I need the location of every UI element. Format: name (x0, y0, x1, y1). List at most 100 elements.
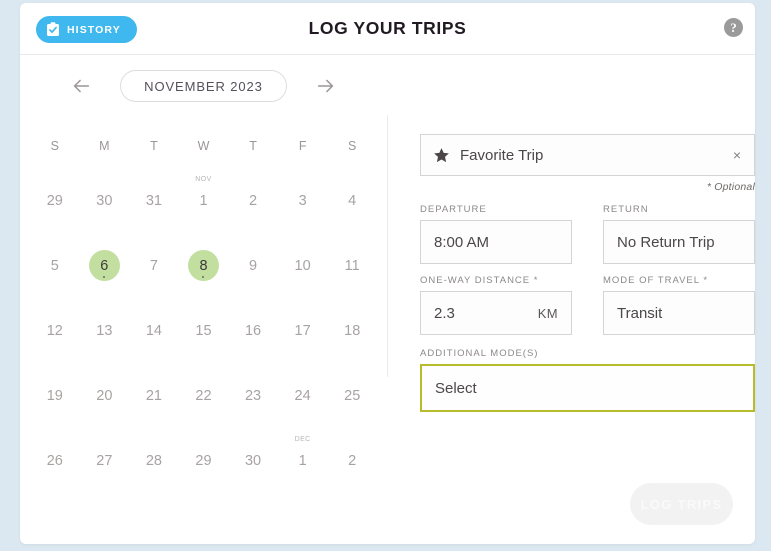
calendar-day-cell[interactable]: 29 (179, 423, 229, 488)
favorite-trip-value: Favorite Trip (460, 146, 544, 164)
calendar-day-number: 1 (298, 452, 307, 469)
distance-label: ONE-WAY DISTANCE * (420, 275, 539, 286)
calendar-day-cell[interactable]: 2 (228, 163, 278, 228)
return-input[interactable]: No Return Trip (603, 220, 755, 264)
departure-value: 8:00 AM (434, 233, 490, 251)
calendar-day-number: 27 (96, 452, 113, 469)
return-field-group: RETURN No Return Trip (603, 204, 755, 264)
calendar-day-cell[interactable]: 4 (327, 163, 377, 228)
calendar-day-number: 5 (50, 257, 59, 274)
calendar-day-cell[interactable]: 20 (80, 358, 130, 423)
calendar-day-cell[interactable]: 21 (129, 358, 179, 423)
weekday-label: S (50, 139, 59, 153)
calendar-day-cell[interactable]: 23 (228, 358, 278, 423)
log-trips-button[interactable]: LOG TRIPS (630, 483, 733, 525)
distance-value: 2.3 (434, 304, 455, 322)
additional-modes-label: ADDITIONAL MODE(S) (420, 348, 539, 359)
departure-input[interactable]: 8:00 AM (420, 220, 572, 264)
distance-input[interactable]: 2.3 KM (420, 291, 572, 335)
calendar-day-number: 1 (199, 192, 208, 209)
arrow-left-icon[interactable] (68, 73, 94, 99)
calendar-day-number: 2 (249, 192, 258, 209)
calendar-day-cell[interactable]: 30 (80, 163, 130, 228)
calendar-day-cell[interactable]: NOV 1 (179, 163, 229, 228)
calendar-day-cell[interactable]: 31 (129, 163, 179, 228)
departure-label: DEPARTURE (420, 204, 487, 215)
weekday-header-row: SMTWTFS (30, 139, 377, 153)
calendar-day-cell[interactable]: 16 (228, 293, 278, 358)
calendar-day-number: 31 (145, 192, 162, 209)
help-circle-icon[interactable]: ? (724, 18, 743, 37)
calendar-day-cell[interactable]: 13 (80, 293, 130, 358)
calendar-day-cell[interactable]: 15 (179, 293, 229, 358)
calendar-day-number: 8 (187, 250, 219, 281)
calendar-day-cell[interactable]: 24 (278, 358, 328, 423)
calendar-day-number: 26 (46, 452, 63, 469)
calendar-day-cell[interactable]: 28 (129, 423, 179, 488)
calendar-day-cell[interactable]: 25 (327, 358, 377, 423)
calendar-day-number: 14 (145, 322, 162, 339)
calendar-day-cell[interactable]: 27 (80, 423, 130, 488)
mode-of-travel-select[interactable]: Transit (603, 291, 755, 335)
calendar-day-number: 24 (294, 387, 311, 404)
calendar-panel: NOVEMBER 2023 SMTWTFS 29 30 31 NOV 1 2 3 4 5 6 7 8 9… (20, 55, 387, 488)
panel-divider (387, 115, 388, 377)
optional-note: * Optional (706, 181, 755, 193)
weekday-label: T (150, 139, 158, 153)
star-icon (433, 147, 450, 164)
page-title: LOG YOUR TRIPS (308, 18, 467, 38)
calendar-day-number: 17 (294, 322, 311, 339)
distance-mode-row: ONE-WAY DISTANCE * 2.3 KM MODE OF TRAVEL… (420, 275, 755, 335)
calendar-day-number: 25 (344, 387, 361, 404)
calendar-day-number: 30 (96, 192, 113, 209)
calendar-day-cell[interactable]: 26 (30, 423, 80, 488)
calendar-day-number: 28 (145, 452, 162, 469)
calendar-day-number: 29 (46, 192, 63, 209)
calendar-day-cell[interactable]: 12 (30, 293, 80, 358)
calendar-day-cell[interactable]: 14 (129, 293, 179, 358)
calendar-day-cell[interactable]: 6 (80, 228, 130, 293)
additional-modes-value: Select (435, 379, 477, 397)
weekday-label: S (348, 139, 357, 153)
calendar-day-number: 15 (195, 322, 212, 339)
calendar-day-cell[interactable]: 8 (179, 228, 229, 293)
calendar-day-cell[interactable]: 2 (327, 423, 377, 488)
calendar-date-grid: 29 30 31 NOV 1 2 3 4 5 6 7 8 9 10 11 12 13 14 15 16 17 18 19 20… (30, 163, 377, 488)
calendar-day-number: 22 (195, 387, 212, 404)
additional-modes-select[interactable]: Select (420, 364, 755, 412)
calendar-day-number: 18 (344, 322, 361, 339)
app-header: HISTORY LOG YOUR TRIPS ? (20, 3, 755, 55)
calendar-day-cell[interactable]: 22 (179, 358, 229, 423)
calendar-day-cell[interactable]: 30 (228, 423, 278, 488)
clear-icon[interactable]: × (730, 148, 744, 162)
calendar-day-cell[interactable]: 7 (129, 228, 179, 293)
calendar-day-cell[interactable]: 18 (327, 293, 377, 358)
calendar-day-cell[interactable]: DEC 1 (278, 423, 328, 488)
calendar-day-number: 29 (195, 452, 212, 469)
calendar-day-number: 13 (96, 322, 113, 339)
calendar-day-cell[interactable]: 19 (30, 358, 80, 423)
calendar-day-number: 30 (244, 452, 262, 469)
calendar-day-number: 9 (249, 257, 258, 274)
return-label: RETURN (603, 204, 649, 215)
calendar-day-cell[interactable]: 5 (30, 228, 80, 293)
calendar-day-cell[interactable]: 3 (278, 163, 328, 228)
calendar-day-number: 4 (348, 192, 357, 209)
calendar-day-number: 2 (348, 452, 357, 469)
arrow-right-icon[interactable] (313, 73, 339, 99)
app-body: NOVEMBER 2023 SMTWTFS 29 30 31 NOV 1 2 3 4 5 6 7 8 9… (20, 55, 755, 544)
calendar-day-cell[interactable]: 9 (228, 228, 278, 293)
calendar-day-cell[interactable]: 11 (327, 228, 377, 293)
trip-form-panel: Favorite Trip × * Optional DEPARTURE 8:0… (420, 55, 755, 412)
calendar-day-cell[interactable]: 29 (30, 163, 80, 228)
weekday-label: M (99, 139, 110, 153)
weekday-label: F (298, 139, 307, 153)
calendar-nav: NOVEMBER 2023 (30, 55, 377, 117)
distance-field-group: ONE-WAY DISTANCE * 2.3 KM (420, 275, 572, 335)
calendar-day-number: 21 (145, 387, 162, 404)
calendar-day-cell[interactable]: 10 (278, 228, 328, 293)
favorite-trip-select[interactable]: Favorite Trip × (420, 134, 755, 176)
calendar-day-number: 20 (96, 387, 113, 404)
calendar-day-cell[interactable]: 17 (278, 293, 328, 358)
month-label[interactable]: NOVEMBER 2023 (120, 70, 287, 102)
